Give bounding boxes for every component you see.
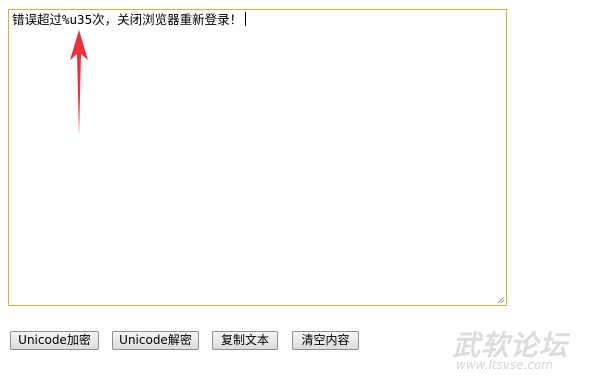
text-caret bbox=[245, 12, 247, 26]
watermark: 武软论坛 www.ltsvse.com bbox=[446, 320, 586, 376]
copy-text-button[interactable]: 复制文本 bbox=[212, 331, 278, 350]
text-content: 错误超过%u35次，关闭浏览器重新登录！ bbox=[12, 12, 247, 28]
clear-content-button[interactable]: 清空内容 bbox=[292, 331, 359, 350]
text-value: 错误超过%u35次，关闭浏览器重新登录！ bbox=[12, 12, 243, 27]
unicode-encode-button[interactable]: Unicode加密 bbox=[10, 331, 99, 350]
watermark-url: www.ltsvse.com bbox=[456, 358, 553, 372]
resize-grip-icon[interactable] bbox=[497, 296, 505, 304]
unicode-decode-button[interactable]: Unicode解密 bbox=[112, 331, 199, 350]
red-arrow-annotation bbox=[70, 30, 88, 136]
